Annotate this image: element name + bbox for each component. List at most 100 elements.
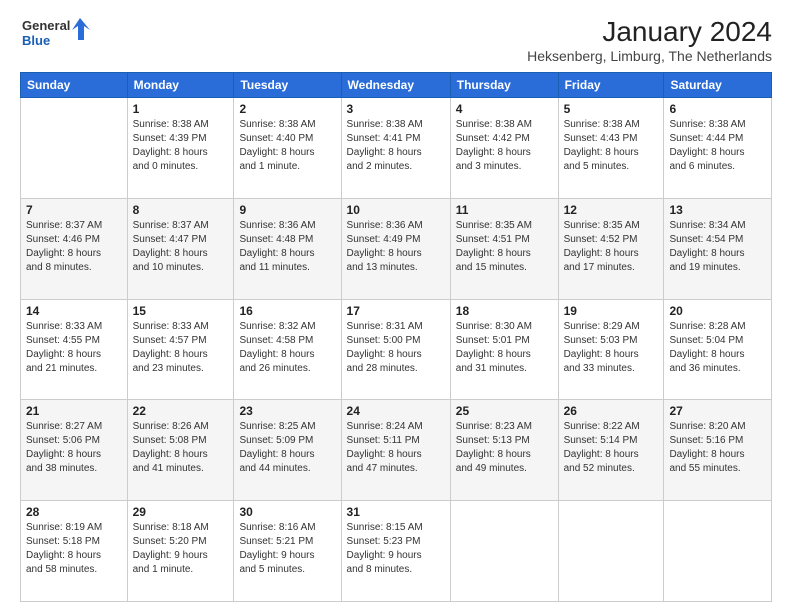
cell-content: Sunrise: 8:20 AMSunset: 5:16 PMDaylight:…: [669, 420, 766, 476]
page: GeneralBlue January 2024 Heksenberg, Lim…: [0, 0, 792, 612]
day-number: 8: [133, 203, 229, 217]
day-number: 19: [564, 304, 659, 318]
cell-content: Sunrise: 8:23 AMSunset: 5:13 PMDaylight:…: [456, 420, 553, 476]
cell-content: Sunrise: 8:37 AMSunset: 4:46 PMDaylight:…: [26, 219, 122, 275]
svg-text:Blue: Blue: [22, 33, 50, 48]
calendar-week-row: 7 Sunrise: 8:37 AMSunset: 4:46 PMDaylight…: [21, 198, 772, 299]
table-row: 22 Sunrise: 8:26 AMSunset: 5:08 PMDayligh…: [127, 400, 234, 501]
table-row: 6 Sunrise: 8:38 AMSunset: 4:44 PMDaylight…: [664, 98, 772, 199]
day-number: 1: [133, 102, 229, 116]
calendar-week-row: 28 Sunrise: 8:19 AMSunset: 5:18 PMDayligh…: [21, 501, 772, 602]
cell-content: Sunrise: 8:38 AMSunset: 4:41 PMDaylight:…: [347, 118, 445, 174]
cell-content: Sunrise: 8:29 AMSunset: 5:03 PMDaylight:…: [564, 320, 659, 376]
day-number: 27: [669, 404, 766, 418]
cell-content: Sunrise: 8:28 AMSunset: 5:04 PMDaylight:…: [669, 320, 766, 376]
day-number: 23: [239, 404, 335, 418]
col-saturday: Saturday: [664, 73, 772, 98]
cell-content: Sunrise: 8:25 AMSunset: 5:09 PMDaylight:…: [239, 420, 335, 476]
calendar-week-row: 21 Sunrise: 8:27 AMSunset: 5:06 PMDayligh…: [21, 400, 772, 501]
cell-content: Sunrise: 8:31 AMSunset: 5:00 PMDaylight:…: [347, 320, 445, 376]
day-number: 11: [456, 203, 553, 217]
table-row: 18 Sunrise: 8:30 AMSunset: 5:01 PMDayligh…: [450, 299, 558, 400]
col-sunday: Sunday: [21, 73, 128, 98]
cell-content: Sunrise: 8:38 AMSunset: 4:39 PMDaylight:…: [133, 118, 229, 174]
table-row: 3 Sunrise: 8:38 AMSunset: 4:41 PMDaylight…: [341, 98, 450, 199]
table-row: 30Sunrise: 8:16 AMSunset: 5:21 PMDayligh…: [234, 501, 341, 602]
table-row: 15 Sunrise: 8:33 AMSunset: 4:57 PMDayligh…: [127, 299, 234, 400]
day-number: 13: [669, 203, 766, 217]
day-number: 10: [347, 203, 445, 217]
day-number: 6: [669, 102, 766, 116]
cell-content: Sunrise: 8:26 AMSunset: 5:08 PMDaylight:…: [133, 420, 229, 476]
table-row: [21, 98, 128, 199]
header: GeneralBlue January 2024 Heksenberg, Lim…: [20, 16, 772, 64]
table-row: 10Sunrise: 8:36 AMSunset: 4:49 PMDayligh…: [341, 198, 450, 299]
cell-content: Sunrise: 8:24 AMSunset: 5:11 PMDaylight:…: [347, 420, 445, 476]
day-number: 26: [564, 404, 659, 418]
table-row: 19 Sunrise: 8:29 AMSunset: 5:03 PMDayligh…: [558, 299, 664, 400]
day-number: 22: [133, 404, 229, 418]
table-row: 23 Sunrise: 8:25 AMSunset: 5:09 PMDayligh…: [234, 400, 341, 501]
calendar-table: Sunday Monday Tuesday Wednesday Thursday…: [20, 72, 772, 602]
day-number: 31: [347, 505, 445, 519]
day-number: 15: [133, 304, 229, 318]
day-number: 7: [26, 203, 122, 217]
cell-content: Sunrise: 8:38 AMSunset: 4:44 PMDaylight:…: [669, 118, 766, 174]
logo-icon: GeneralBlue: [22, 16, 92, 48]
table-row: 2Sunrise: 8:38 AMSunset: 4:40 PMDaylight…: [234, 98, 341, 199]
col-monday: Monday: [127, 73, 234, 98]
day-number: 24: [347, 404, 445, 418]
table-row: 29Sunrise: 8:18 AMSunset: 5:20 PMDayligh…: [127, 501, 234, 602]
table-row: 25 Sunrise: 8:23 AMSunset: 5:13 PMDayligh…: [450, 400, 558, 501]
col-thursday: Thursday: [450, 73, 558, 98]
day-number: 2: [239, 102, 335, 116]
table-row: 16Sunrise: 8:32 AMSunset: 4:58 PMDayligh…: [234, 299, 341, 400]
table-row: 9Sunrise: 8:36 AMSunset: 4:48 PMDaylight…: [234, 198, 341, 299]
cell-content: Sunrise: 8:35 AMSunset: 4:51 PMDaylight:…: [456, 219, 553, 275]
cell-content: Sunrise: 8:27 AMSunset: 5:06 PMDaylight:…: [26, 420, 122, 476]
table-row: [664, 501, 772, 602]
cell-content: Sunrise: 8:33 AMSunset: 4:57 PMDaylight:…: [133, 320, 229, 376]
cell-content: Sunrise: 8:38 AMSunset: 4:42 PMDaylight:…: [456, 118, 553, 174]
cell-content: Sunrise: 8:30 AMSunset: 5:01 PMDaylight:…: [456, 320, 553, 376]
day-number: 29: [133, 505, 229, 519]
calendar-week-row: 14Sunrise: 8:33 AMSunset: 4:55 PMDayligh…: [21, 299, 772, 400]
cell-content: Sunrise: 8:37 AMSunset: 4:47 PMDaylight:…: [133, 219, 229, 275]
table-row: 13Sunrise: 8:34 AMSunset: 4:54 PMDayligh…: [664, 198, 772, 299]
cell-content: Sunrise: 8:15 AMSunset: 5:23 PMDaylight:…: [347, 521, 445, 577]
day-number: 30: [239, 505, 335, 519]
day-number: 18: [456, 304, 553, 318]
title-block: January 2024 Heksenberg, Limburg, The Ne…: [527, 16, 772, 64]
day-number: 21: [26, 404, 122, 418]
main-title: January 2024: [527, 16, 772, 48]
table-row: [558, 501, 664, 602]
table-row: 24 Sunrise: 8:24 AMSunset: 5:11 PMDayligh…: [341, 400, 450, 501]
cell-content: Sunrise: 8:19 AMSunset: 5:18 PMDaylight:…: [26, 521, 122, 577]
day-number: 20: [669, 304, 766, 318]
calendar-week-row: 1 Sunrise: 8:38 AMSunset: 4:39 PMDaylight…: [21, 98, 772, 199]
day-number: 25: [456, 404, 553, 418]
table-row: 26 Sunrise: 8:22 AMSunset: 5:14 PMDayligh…: [558, 400, 664, 501]
day-number: 12: [564, 203, 659, 217]
day-number: 16: [239, 304, 335, 318]
table-row: 28 Sunrise: 8:19 AMSunset: 5:18 PMDayligh…: [21, 501, 128, 602]
day-number: 3: [347, 102, 445, 116]
cell-content: Sunrise: 8:22 AMSunset: 5:14 PMDaylight:…: [564, 420, 659, 476]
day-number: 28: [26, 505, 122, 519]
svg-text:General: General: [22, 18, 70, 33]
col-friday: Friday: [558, 73, 664, 98]
table-row: 17 Sunrise: 8:31 AMSunset: 5:00 PMDayligh…: [341, 299, 450, 400]
cell-content: Sunrise: 8:33 AMSunset: 4:55 PMDaylight:…: [26, 320, 122, 376]
cell-content: Sunrise: 8:35 AMSunset: 4:52 PMDaylight:…: [564, 219, 659, 275]
col-tuesday: Tuesday: [234, 73, 341, 98]
table-row: 21 Sunrise: 8:27 AMSunset: 5:06 PMDayligh…: [21, 400, 128, 501]
cell-content: Sunrise: 8:38 AMSunset: 4:43 PMDaylight:…: [564, 118, 659, 174]
subtitle: Heksenberg, Limburg, The Netherlands: [527, 48, 772, 64]
table-row: 27 Sunrise: 8:20 AMSunset: 5:16 PMDayligh…: [664, 400, 772, 501]
table-row: 8 Sunrise: 8:37 AMSunset: 4:47 PMDaylight…: [127, 198, 234, 299]
table-row: [450, 501, 558, 602]
day-number: 17: [347, 304, 445, 318]
table-row: 31 Sunrise: 8:15 AMSunset: 5:23 PMDayligh…: [341, 501, 450, 602]
table-row: 5Sunrise: 8:38 AMSunset: 4:43 PMDaylight…: [558, 98, 664, 199]
col-wednesday: Wednesday: [341, 73, 450, 98]
